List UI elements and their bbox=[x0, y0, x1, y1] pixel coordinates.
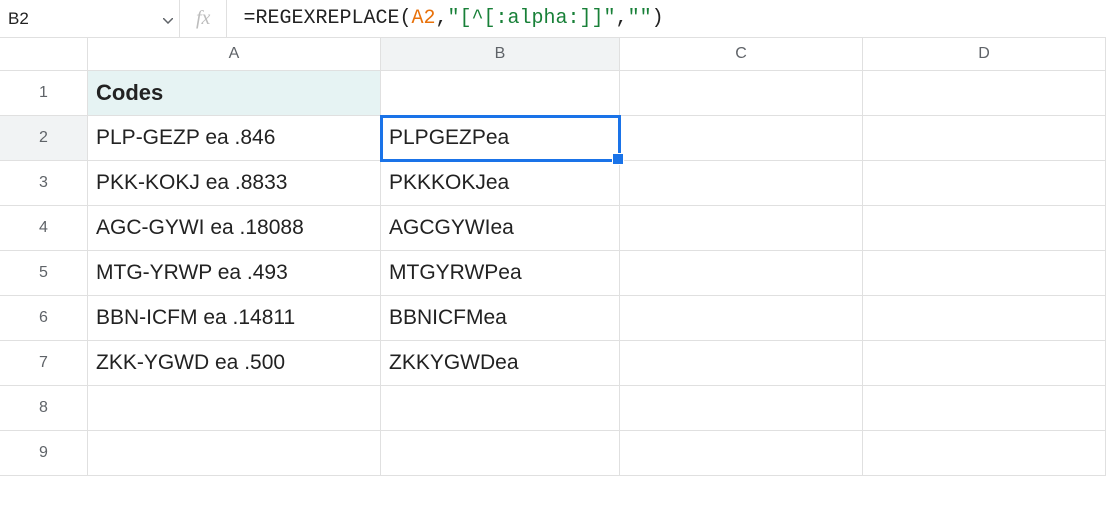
cell-D6[interactable] bbox=[863, 296, 1106, 341]
cell-C7[interactable] bbox=[620, 341, 863, 386]
table-row: 2 PLP-GEZP ea .846 PLPGEZPea bbox=[0, 116, 1106, 161]
cell-A5[interactable]: MTG-YRWP ea .493 bbox=[88, 251, 381, 296]
formula-ref: A2 bbox=[412, 7, 436, 30]
cell-D3[interactable] bbox=[863, 161, 1106, 206]
select-all-corner[interactable] bbox=[0, 38, 88, 71]
cell-B8[interactable] bbox=[381, 386, 620, 431]
name-box-dropdown[interactable] bbox=[90, 0, 180, 37]
row-header-3[interactable]: 3 bbox=[0, 161, 88, 206]
cell-C2[interactable] bbox=[620, 116, 863, 161]
cell-B1[interactable] bbox=[381, 71, 620, 116]
cell-B5[interactable]: MTGYRWPea bbox=[381, 251, 620, 296]
cell-C1[interactable] bbox=[620, 71, 863, 116]
formula-fn: REGEXREPLACE bbox=[255, 7, 399, 30]
formula-sep2: , bbox=[616, 7, 628, 30]
col-header-A[interactable]: A bbox=[88, 38, 381, 71]
table-row: 8 bbox=[0, 386, 1106, 431]
cell-C9[interactable] bbox=[620, 431, 863, 476]
formula-sep1: , bbox=[436, 7, 448, 30]
cell-C3[interactable] bbox=[620, 161, 863, 206]
table-row: 9 bbox=[0, 431, 1106, 476]
col-header-C[interactable]: C bbox=[620, 38, 863, 71]
cell-D2[interactable] bbox=[863, 116, 1106, 161]
cell-C8[interactable] bbox=[620, 386, 863, 431]
col-header-D[interactable]: D bbox=[863, 38, 1106, 71]
cell-A7[interactable]: ZKK-YGWD ea .500 bbox=[88, 341, 381, 386]
table-row: 4 AGC-GYWI ea .18088 AGCGYWIea bbox=[0, 206, 1106, 251]
row-header-4[interactable]: 4 bbox=[0, 206, 88, 251]
cell-A3[interactable]: PKK-KOKJ ea .8833 bbox=[88, 161, 381, 206]
cell-B3[interactable]: PKKKOKJea bbox=[381, 161, 620, 206]
col-header-B[interactable]: B bbox=[381, 38, 620, 71]
formula-close: ) bbox=[652, 7, 664, 30]
cell-B7[interactable]: ZKKYGWDea bbox=[381, 341, 620, 386]
spreadsheet-grid: A B C D 1 Codes 2 PLP-GEZP ea .846 PLPGE… bbox=[0, 38, 1106, 476]
formula-bar: B2 fx =REGEXREPLACE(A2,"[^[:alpha:]]", "… bbox=[0, 0, 1106, 38]
cell-A1[interactable]: Codes bbox=[88, 71, 381, 116]
row-header-1[interactable]: 1 bbox=[0, 71, 88, 116]
cell-D4[interactable] bbox=[863, 206, 1106, 251]
cell-D5[interactable] bbox=[863, 251, 1106, 296]
row-header-8[interactable]: 8 bbox=[0, 386, 88, 431]
name-box[interactable]: B2 bbox=[0, 0, 90, 37]
table-row: 3 PKK-KOKJ ea .8833 PKKKOKJea bbox=[0, 161, 1106, 206]
cell-B4[interactable]: AGCGYWIea bbox=[381, 206, 620, 251]
cell-B2[interactable]: PLPGEZPea bbox=[381, 116, 620, 161]
row-header-7[interactable]: 7 bbox=[0, 341, 88, 386]
row-header-9[interactable]: 9 bbox=[0, 431, 88, 476]
cell-A9[interactable] bbox=[88, 431, 381, 476]
cell-D7[interactable] bbox=[863, 341, 1106, 386]
formula-str1: "[^[:alpha:]]" bbox=[448, 7, 616, 30]
cell-C5[interactable] bbox=[620, 251, 863, 296]
fx-icon: fx bbox=[196, 7, 210, 30]
cell-A4[interactable]: AGC-GYWI ea .18088 bbox=[88, 206, 381, 251]
cell-C4[interactable] bbox=[620, 206, 863, 251]
cell-A8[interactable] bbox=[88, 386, 381, 431]
formula-input[interactable]: =REGEXREPLACE(A2,"[^[:alpha:]]", "") bbox=[227, 0, 1106, 37]
formula-eq: = bbox=[243, 7, 255, 30]
cell-B9[interactable] bbox=[381, 431, 620, 476]
cell-B6[interactable]: BBNICFMea bbox=[381, 296, 620, 341]
table-row: 7 ZKK-YGWD ea .500 ZKKYGWDea bbox=[0, 341, 1106, 386]
row-header-5[interactable]: 5 bbox=[0, 251, 88, 296]
cell-A6[interactable]: BBN-ICFM ea .14811 bbox=[88, 296, 381, 341]
table-row: 5 MTG-YRWP ea .493 MTGYRWPea bbox=[0, 251, 1106, 296]
fx-section: fx bbox=[180, 0, 227, 37]
cell-D8[interactable] bbox=[863, 386, 1106, 431]
cell-C6[interactable] bbox=[620, 296, 863, 341]
table-row: 6 BBN-ICFM ea .14811 BBNICFMea bbox=[0, 296, 1106, 341]
cell-D9[interactable] bbox=[863, 431, 1106, 476]
formula-str2: "" bbox=[628, 7, 652, 30]
formula-open: ( bbox=[399, 7, 411, 30]
column-headers: A B C D bbox=[0, 38, 1106, 71]
table-row: 1 Codes bbox=[0, 71, 1106, 116]
cell-A2[interactable]: PLP-GEZP ea .846 bbox=[88, 116, 381, 161]
row-header-2[interactable]: 2 bbox=[0, 116, 88, 161]
row-header-6[interactable]: 6 bbox=[0, 296, 88, 341]
cell-D1[interactable] bbox=[863, 71, 1106, 116]
chevron-down-icon bbox=[163, 8, 173, 29]
